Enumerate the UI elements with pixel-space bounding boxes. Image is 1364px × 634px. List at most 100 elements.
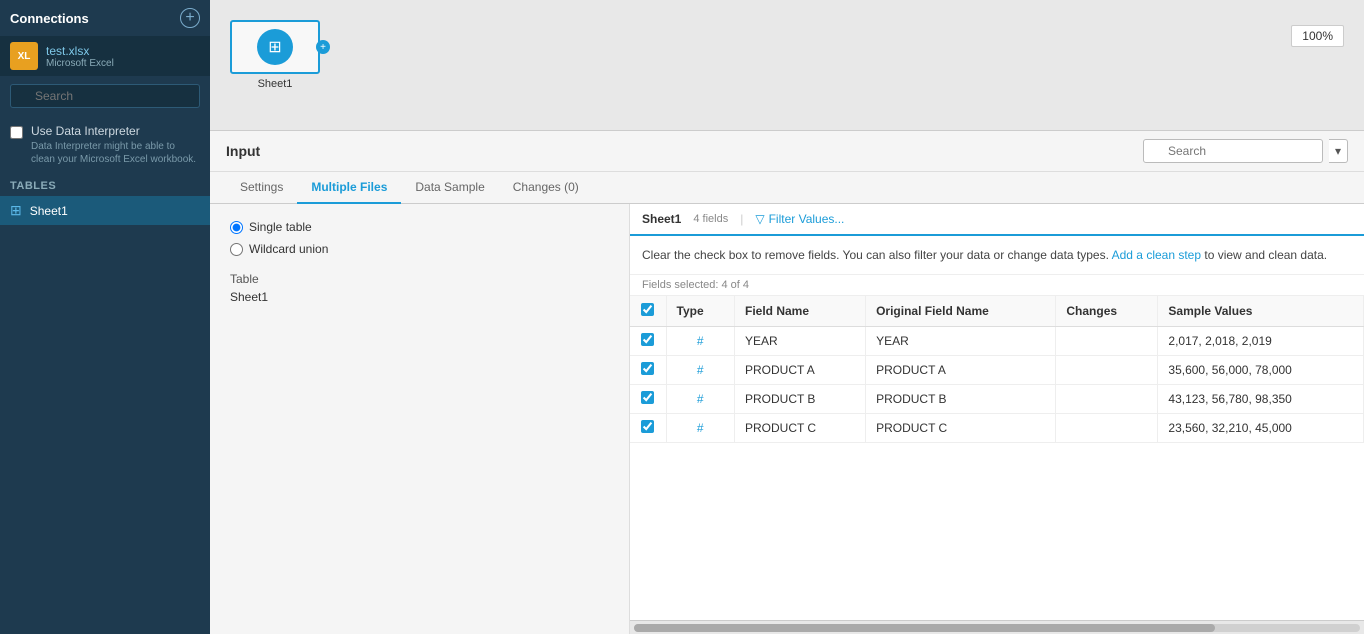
row0-field-name: YEAR (734, 327, 865, 356)
filter-button-label: Filter Values... (769, 212, 845, 226)
use-data-interpreter-desc: Data Interpreter might be able to clean … (31, 140, 200, 166)
use-data-interpreter-label: Use Data Interpreter (31, 124, 200, 138)
fields-selected-text: Fields selected: 4 of 4 (642, 279, 749, 291)
input-title: Input (226, 143, 260, 159)
canvas-node-label: Sheet1 (258, 78, 293, 90)
row2-type: # (666, 385, 734, 414)
fields-count: 4 fields (693, 213, 728, 225)
main-area: ⊞ + Sheet1 100% Input 🔍 ▾ Settings Multi… (210, 0, 1364, 634)
radio-single-table[interactable]: Single table (230, 220, 609, 234)
canvas-node-connector[interactable]: + (316, 40, 330, 54)
sidebar: Connections + XL test.xlsx Microsoft Exc… (0, 0, 210, 634)
row2-field-name: PRODUCT B (734, 385, 865, 414)
connection-item[interactable]: XL test.xlsx Microsoft Excel (0, 36, 210, 76)
row2-check-cell (630, 385, 666, 414)
th-changes: Changes (1056, 296, 1158, 327)
row1-type: # (666, 356, 734, 385)
tables-section-label: Tables (0, 174, 210, 196)
row0-type: # (666, 327, 734, 356)
row2-original: PRODUCT B (866, 385, 1056, 414)
row1-changes (1056, 356, 1158, 385)
table-header-row: Type Field Name Original Field Name Chan… (630, 296, 1364, 327)
row3-type: # (666, 414, 734, 443)
table-section-label: Table (230, 272, 609, 286)
th-type: Type (666, 296, 734, 327)
radio-group: Single table Wildcard union (230, 220, 609, 256)
table-row: # YEAR YEAR 2,017, 2,018, 2,019 (630, 327, 1364, 356)
data-grid: Type Field Name Original Field Name Chan… (630, 296, 1364, 620)
row0-changes (1056, 327, 1158, 356)
search-wrap: 🔍 (10, 84, 200, 108)
row1-original: PRODUCT A (866, 356, 1056, 385)
connection-name: test.xlsx (46, 44, 114, 58)
row2-sample: 43,123, 56,780, 98,350 (1158, 385, 1364, 414)
tab-data-sample[interactable]: Data Sample (401, 172, 498, 204)
table-row: # PRODUCT C PRODUCT C 23,560, 32,210, 45… (630, 414, 1364, 443)
tab-multiple-files[interactable]: Multiple Files (297, 172, 401, 204)
content-area: Single table Wildcard union Table Sheet1… (210, 204, 1364, 634)
row0-original: YEAR (866, 327, 1056, 356)
sidebar-item-sheet1[interactable]: ⊞ Sheet1 (0, 196, 210, 225)
row3-checkbox[interactable] (641, 420, 654, 433)
radio-wildcard-union[interactable]: Wildcard union (230, 242, 609, 256)
row3-original: PRODUCT C (866, 414, 1056, 443)
bottom-scrollbar[interactable] (630, 620, 1364, 634)
filter-icon: ▽ (755, 212, 764, 226)
use-data-interpreter-checkbox[interactable] (10, 126, 23, 139)
table-item-label: Sheet1 (30, 204, 68, 218)
input-search-wrap: 🔍 ▾ (1143, 139, 1348, 163)
row1-field-name: PRODUCT A (734, 356, 865, 385)
excel-icon: XL (10, 42, 38, 70)
tab-settings[interactable]: Settings (226, 172, 297, 204)
config-panel: Single table Wildcard union Table Sheet1 (210, 204, 630, 634)
row0-checkbox[interactable] (641, 333, 654, 346)
add-clean-step-link[interactable]: Add a clean step (1112, 248, 1201, 262)
info-text: Clear the check box to remove fields. Yo… (642, 248, 1109, 262)
row3-check-cell (630, 414, 666, 443)
info-bar: Clear the check box to remove fields. Yo… (630, 236, 1364, 275)
row1-check-cell (630, 356, 666, 385)
connection-type: Microsoft Excel (46, 58, 114, 69)
tabs-bar: Settings Multiple Files Data Sample Chan… (210, 172, 1364, 204)
row3-field-name: PRODUCT C (734, 414, 865, 443)
row1-checkbox[interactable] (641, 362, 654, 375)
row0-check-cell (630, 327, 666, 356)
row2-changes (1056, 385, 1158, 414)
row3-sample: 23,560, 32,210, 45,000 (1158, 414, 1364, 443)
th-field-name: Field Name (734, 296, 865, 327)
add-connection-button[interactable]: + (180, 8, 200, 28)
canvas-node-wrap: ⊞ + Sheet1 (230, 20, 320, 90)
info-text2: to view and clean data. (1204, 248, 1327, 262)
data-panel-header: Sheet1 4 fields | ▽ Filter Values... (630, 204, 1364, 236)
table-row: # PRODUCT A PRODUCT A 35,600, 56,000, 78… (630, 356, 1364, 385)
row1-sample: 35,600, 56,000, 78,000 (1158, 356, 1364, 385)
connections-header: Connections + (0, 0, 210, 36)
fields-table: Type Field Name Original Field Name Chan… (630, 296, 1364, 443)
table-grid-icon: ⊞ (10, 202, 22, 219)
radio-single-table-label: Single table (249, 220, 312, 234)
zoom-display: 100% (1291, 25, 1344, 47)
th-sample-values: Sample Values (1158, 296, 1364, 327)
filter-values-button[interactable]: ▽ Filter Values... (755, 212, 844, 226)
radio-single-table-input[interactable] (230, 221, 243, 234)
canvas-area: ⊞ + Sheet1 100% (210, 0, 1364, 130)
sidebar-search-input[interactable] (10, 84, 200, 108)
radio-wildcard-union-input[interactable] (230, 243, 243, 256)
table-section-value: Sheet1 (230, 290, 609, 304)
tab-changes[interactable]: Changes (0) (499, 172, 593, 204)
radio-wildcard-union-label: Wildcard union (249, 242, 328, 256)
canvas-node-icon: ⊞ (257, 29, 293, 65)
input-search-input[interactable] (1143, 139, 1323, 163)
table-row: # PRODUCT B PRODUCT B 43,123, 56,780, 98… (630, 385, 1364, 414)
select-all-checkbox[interactable] (641, 303, 654, 316)
search-dropdown-button[interactable]: ▾ (1329, 139, 1348, 163)
scrollbar-thumb (634, 624, 1215, 632)
input-panel: Input 🔍 ▾ Settings Multiple Files Data S… (210, 130, 1364, 634)
data-panel: Sheet1 4 fields | ▽ Filter Values... Cle… (630, 204, 1364, 634)
canvas-node-sheet1[interactable]: ⊞ + (230, 20, 320, 74)
row0-sample: 2,017, 2,018, 2,019 (1158, 327, 1364, 356)
sheet-name: Sheet1 (642, 212, 681, 226)
row2-checkbox[interactable] (641, 391, 654, 404)
use-data-interpreter-section: Use Data Interpreter Data Interpreter mi… (0, 116, 210, 174)
row3-changes (1056, 414, 1158, 443)
